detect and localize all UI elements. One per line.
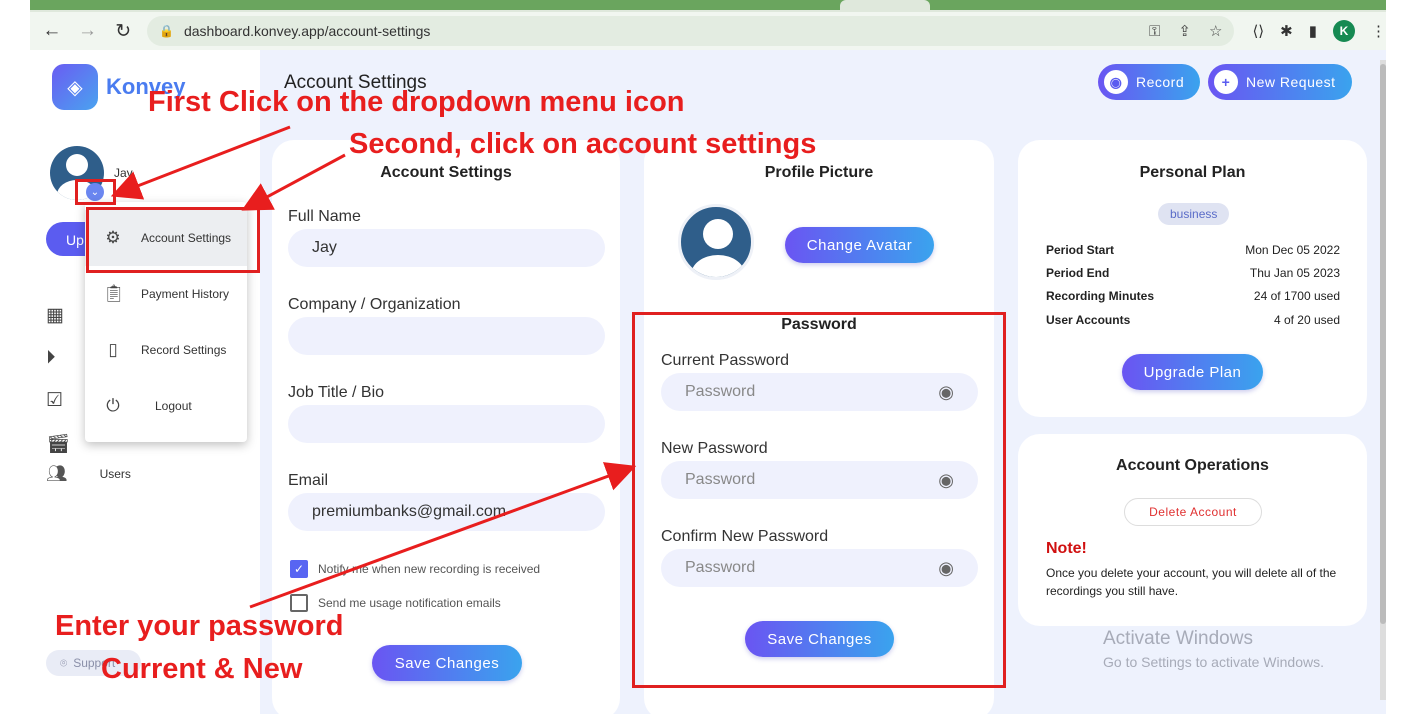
record-icon: ◉ — [1104, 70, 1128, 94]
kebab-menu-icon[interactable]: ⋮ — [1371, 22, 1386, 40]
back-icon[interactable]: ← — [38, 17, 66, 45]
active-tab[interactable] — [840, 0, 930, 10]
annotation-box-dropdown-toggle — [75, 179, 116, 205]
logo-icon: ◈ — [52, 64, 98, 110]
chat-icon: ⌾ — [60, 655, 68, 670]
full-name-label: Full Name — [288, 208, 361, 225]
device-settings-icon: ▯ — [108, 340, 118, 359]
annotation-step-2: Second, click on account settings — [349, 128, 817, 160]
sidepanel-icon[interactable]: ▮ — [1309, 22, 1317, 40]
star-icon[interactable]: ☆ — [1209, 22, 1222, 40]
clipboard-icon: 📋︎ — [103, 284, 125, 303]
card-title: Account Settings — [380, 164, 512, 181]
sidebar-nav: ▦ ⏵ ☑ 🎬︎ — [46, 304, 70, 456]
menu-item-label: Record Settings — [141, 343, 227, 357]
forward-icon[interactable]: → — [74, 17, 102, 45]
personal-plan-card: Personal Plan business Period Start Mon D… — [1018, 140, 1367, 417]
account-operations-card: Account Operations Delete Account Note! … — [1018, 434, 1367, 626]
annotation-box-account-settings — [86, 207, 260, 273]
notify-checkbox-row[interactable]: ✓ Notify me when new recording is receiv… — [290, 560, 540, 578]
briefcase-icon[interactable]: ☑ — [46, 389, 70, 412]
plan-row-key: User Accounts — [1046, 313, 1131, 327]
email-label: Email — [288, 472, 329, 489]
annotation-step-1: First Click on the dropdown menu icon — [148, 86, 685, 118]
plan-row-value: Mon Dec 05 2022 — [1245, 243, 1340, 257]
reload-icon[interactable]: ↻ — [109, 17, 137, 45]
annotation-step-3: Enter your password — [55, 610, 344, 642]
profile-title: Profile Picture — [764, 164, 874, 181]
menu-item-logout[interactable]: ⏻ Logout — [85, 378, 247, 434]
user-name: Jay — [114, 166, 133, 180]
upgrade-plan-button[interactable]: Upgrade Plan — [1122, 354, 1263, 390]
menu-item-record-settings[interactable]: ▯ Record Settings — [85, 322, 247, 378]
notify-label: Notify me when new recording is received — [318, 562, 541, 576]
dashboard-icon[interactable]: ▦ — [46, 304, 70, 327]
play-icon[interactable]: ⏵ — [46, 347, 70, 369]
browser-toolbar: ← → ↻ 🔒 dashboard.konvey.app/account-set… — [30, 12, 1386, 50]
usage-label: Send me usage notification emails — [318, 596, 501, 610]
record-label: Record — [1136, 74, 1185, 90]
menu-item-label: Payment History — [141, 287, 230, 301]
plus-icon: + — [1214, 70, 1238, 94]
change-avatar-button[interactable]: Change Avatar — [785, 227, 934, 263]
plan-row-key: Recording Minutes — [1046, 289, 1155, 303]
plan-row: Period End Thu Jan 05 2023 — [1046, 266, 1340, 280]
users-icon: 👥︎ — [46, 464, 68, 483]
extension-devtools-icon[interactable]: ⟨⟩ — [1252, 22, 1264, 40]
plan-badge: business — [1158, 203, 1230, 225]
save-changes-button[interactable]: Save Changes — [372, 645, 522, 681]
scrollbar-thumb[interactable] — [1380, 64, 1386, 624]
plan-row: Period Start Mon Dec 05 2022 — [1046, 243, 1340, 257]
profile-avatar-image — [678, 204, 754, 280]
puzzle-icon[interactable]: ✱ — [1280, 22, 1293, 40]
plan-row-key: Period End — [1046, 266, 1110, 280]
address-bar[interactable]: 🔒 dashboard.konvey.app/account-settings … — [147, 16, 1235, 46]
notify-checkbox[interactable]: ✓ — [290, 560, 308, 578]
record-button[interactable]: ◉ Record — [1098, 64, 1201, 100]
key-icon[interactable]: ⚿ — [1149, 23, 1160, 40]
email-field[interactable]: premiumbanks@gmail.com — [288, 493, 605, 531]
plan-row: Recording Minutes 24 of 1700 used — [1046, 289, 1340, 303]
tab-strip — [30, 0, 1386, 10]
plan-title: Personal Plan — [1139, 164, 1246, 181]
sidebar-item-users[interactable]: 👥︎ Users — [46, 464, 131, 484]
note-title: Note! — [1046, 540, 1087, 557]
plan-row: User Accounts 4 of 20 used — [1046, 313, 1340, 327]
plan-row-value: 24 of 1700 used — [1253, 289, 1340, 303]
operations-title: Account Operations — [1116, 457, 1269, 474]
annotation-box-password — [632, 312, 1006, 688]
windows-watermark-subtitle: Go to Settings to activate Windows. — [1103, 654, 1324, 670]
full-name-field[interactable]: Jay — [288, 229, 605, 267]
lock-icon: 🔒 — [159, 24, 174, 38]
plan-row-key: Period Start — [1046, 243, 1115, 257]
company-field[interactable] — [288, 317, 605, 355]
job-title-label: Job Title / Bio — [288, 384, 385, 401]
share-icon[interactable]: ⇪ — [1178, 22, 1191, 40]
sidebar-item-label: Users — [99, 467, 131, 481]
url-text: dashboard.konvey.app/account-settings — [183, 23, 431, 39]
profile-avatar[interactable]: K — [1333, 20, 1355, 42]
new-request-button[interactable]: + New Request — [1208, 64, 1352, 100]
new-request-label: New Request — [1246, 74, 1336, 90]
job-title-field[interactable] — [288, 405, 605, 443]
plan-row-value: Thu Jan 05 2023 — [1249, 266, 1340, 280]
windows-watermark-title: Activate Windows — [1103, 628, 1253, 649]
note-text: Once you delete your account, you will d… — [1046, 566, 1337, 598]
menu-item-label: Logout — [155, 399, 192, 413]
menu-item-payment-history[interactable]: 📋︎ Payment History — [85, 266, 247, 322]
delete-account-button[interactable]: Delete Account — [1124, 498, 1262, 526]
power-icon: ⏻ — [106, 396, 120, 415]
company-label: Company / Organization — [288, 296, 461, 313]
clapper-icon[interactable]: 🎬︎ — [46, 432, 70, 456]
annotation-step-3b: Current & New — [101, 653, 303, 685]
plan-row-value: 4 of 20 used — [1273, 313, 1340, 327]
